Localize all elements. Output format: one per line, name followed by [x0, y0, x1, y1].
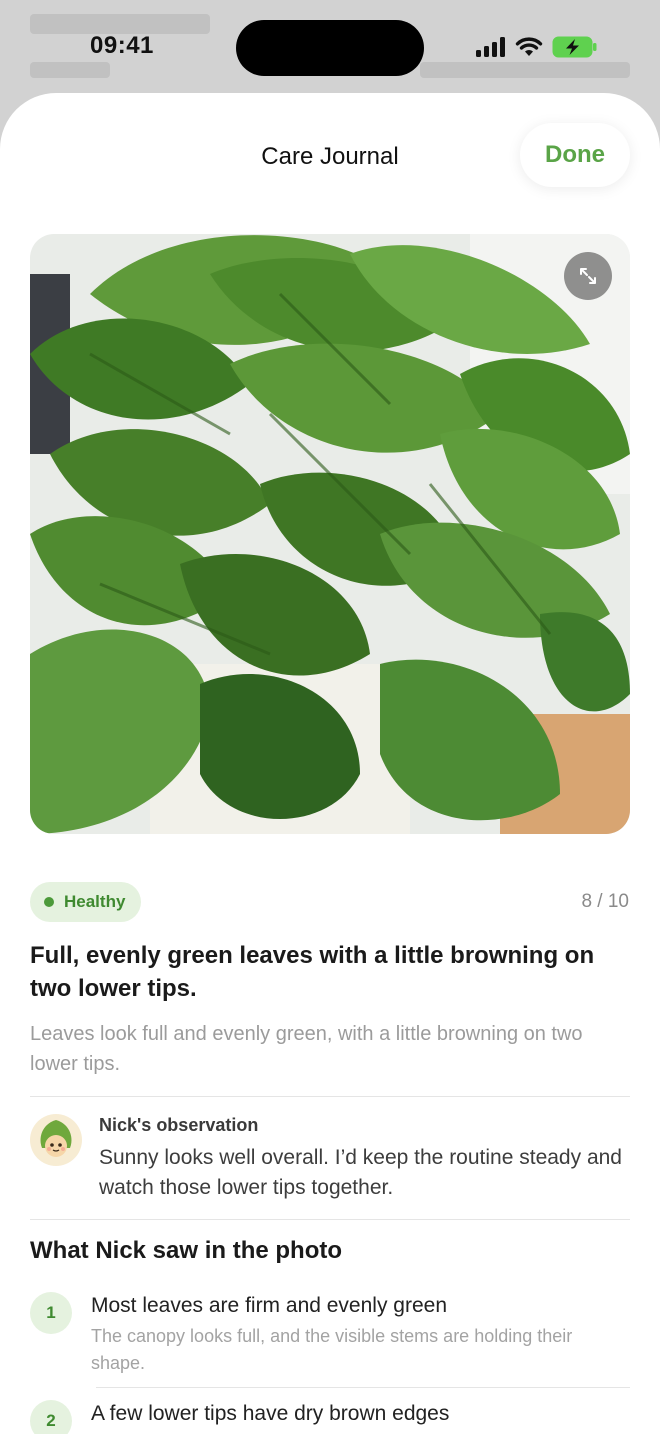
health-score: 8 / 10: [581, 891, 629, 912]
divider: [96, 1387, 630, 1388]
finding-number: 1: [30, 1292, 72, 1334]
plant-photo[interactable]: [30, 234, 630, 834]
care-journal-sheet: Care Journal Done Healthy 8 / 10 Full, e…: [0, 93, 660, 1434]
expand-arrows-icon: [580, 268, 596, 284]
finding-number: 2: [30, 1400, 72, 1434]
screen: 09:41 Care Journal Done Healthy 8 / 10 F…: [0, 0, 660, 1434]
finding-title: A few lower tips have dry brown edges: [91, 1402, 450, 1425]
nick-avatar: [30, 1114, 82, 1166]
health-status-label: Healthy: [64, 892, 126, 911]
findings-title: What Nick saw in the photo: [30, 1237, 343, 1264]
finding-title: Most leaves are firm and evenly green: [91, 1294, 448, 1317]
assessment-headline: Full, evenly green leaves with a little …: [30, 942, 595, 1002]
status-dot: [44, 897, 54, 907]
health-status-badge: Healthy: [30, 882, 142, 922]
expand-photo-button[interactable]: [564, 252, 612, 300]
battery-charging-icon: [552, 36, 597, 58]
finding-description: The canopy looks full, and the visible s…: [91, 1326, 573, 1373]
status-time: 09:41: [90, 32, 154, 59]
dynamic-island: [236, 20, 424, 76]
plant-photo-image: [30, 234, 630, 834]
wifi-icon: [515, 37, 543, 56]
signal-icon: [476, 37, 505, 57]
done-button[interactable]: Done: [520, 123, 630, 187]
divider: [30, 1219, 630, 1220]
divider: [30, 1096, 630, 1097]
observation-text: Sunny looks well overall. I’d keep the r…: [99, 1146, 622, 1199]
assessment-summary: Leaves look full and evenly green, with …: [30, 1023, 583, 1075]
observation-label: Nick's observation: [99, 1115, 259, 1135]
status-icons: [476, 36, 598, 58]
